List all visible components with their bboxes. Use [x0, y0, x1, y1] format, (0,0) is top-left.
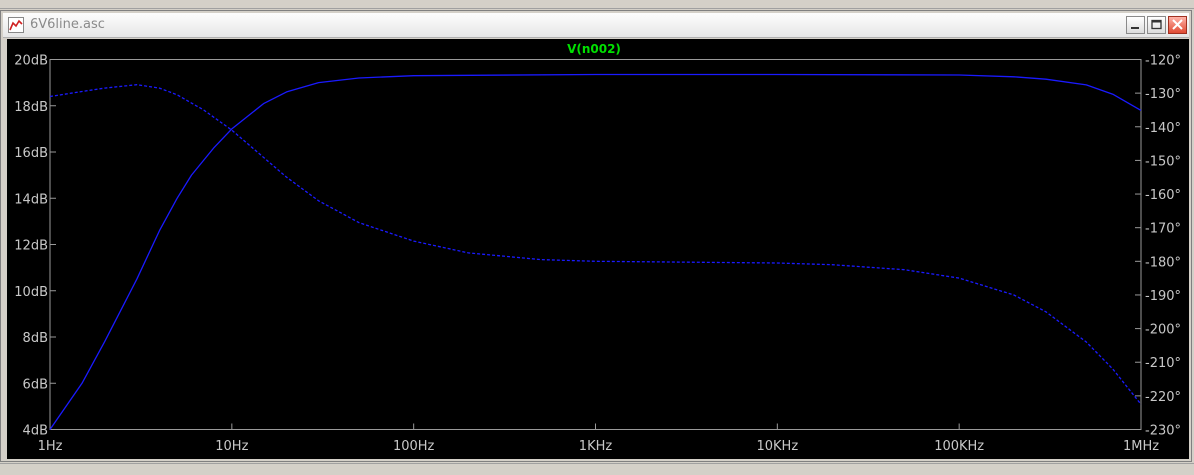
- y-left-tick-label: 8dB: [23, 331, 48, 346]
- y-right-tick-label: -140°: [1145, 121, 1181, 136]
- maximize-button[interactable]: [1147, 16, 1166, 34]
- y-left-tick-label: 16dB: [14, 146, 48, 161]
- close-icon: [1172, 19, 1183, 30]
- y-left-tick-label: 18dB: [14, 100, 48, 115]
- y-right-tick-label: -200°: [1145, 323, 1181, 338]
- bottom-window-edge: [0, 463, 1194, 475]
- trace-label[interactable]: V(n002): [567, 42, 621, 56]
- plot-area[interactable]: V(n002) 1Hz 10Hz 100Hz 1KHz 10KHz 100KHz 1MHz …: [7, 39, 1189, 459]
- y-right-tick-label: -190°: [1145, 289, 1181, 304]
- magnitude-trace[interactable]: [49, 73, 1142, 430]
- minimize-button[interactable]: [1126, 16, 1145, 34]
- x-tick-label: 1MHz: [1123, 439, 1159, 454]
- bode-chart[interactable]: V(n002) 1Hz 10Hz 100Hz 1KHz 10KHz 100KHz 1MHz …: [7, 39, 1189, 459]
- y-right-tick-label: -120°: [1145, 54, 1181, 69]
- y-right-tick-label: -150°: [1145, 154, 1181, 169]
- y-right-tick-label: -180°: [1145, 255, 1181, 270]
- x-tick-label: 1KHz: [579, 439, 613, 454]
- window-title: 6V6line.asc: [30, 17, 105, 32]
- close-button[interactable]: [1168, 16, 1187, 34]
- x-tick-label: 100KHz: [934, 439, 984, 454]
- y-right-tick-label: -230°: [1145, 424, 1181, 439]
- y-right-tick-label: -130°: [1145, 87, 1181, 102]
- plot-frame: [49, 59, 1142, 430]
- phase-trace[interactable]: [49, 84, 1142, 405]
- title-bar[interactable]: 6V6line.asc: [3, 13, 1189, 38]
- y-right-tick-label: -210°: [1145, 356, 1181, 371]
- x-tick-label: 10Hz: [215, 439, 248, 454]
- maximize-icon: [1151, 19, 1162, 30]
- top-window-edge: [0, 0, 1194, 9]
- y-right-tick-label: -160°: [1145, 188, 1181, 203]
- x-tick-label: 10KHz: [756, 439, 798, 454]
- waveform-icon: [8, 17, 24, 33]
- x-tick-label: 100Hz: [393, 439, 435, 454]
- y-right-tick-label: -170°: [1145, 222, 1181, 237]
- y-left-tick-label: 6dB: [23, 377, 48, 392]
- y-left-tick-label: 20dB: [14, 54, 48, 69]
- y-left-tick-label: 14dB: [14, 192, 48, 207]
- y-left-tick-label: 12dB: [14, 239, 48, 254]
- y-right-tick-label: -220°: [1145, 390, 1181, 405]
- x-tick-label: 1Hz: [38, 439, 63, 454]
- y-left-tick-label: 10dB: [14, 285, 48, 300]
- minimize-icon: [1131, 27, 1139, 29]
- plot-window: 6V6line.asc V(n002) 1Hz 10Hz 100Hz 1KHz 10KH…: [0, 10, 1192, 462]
- y-left-tick-label: 4dB: [23, 424, 48, 439]
